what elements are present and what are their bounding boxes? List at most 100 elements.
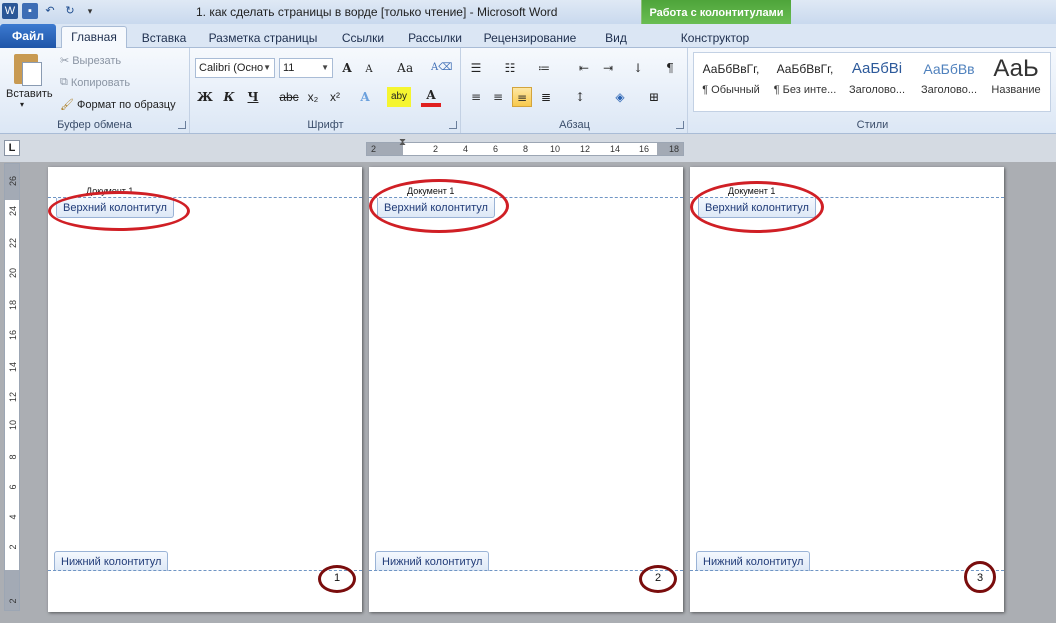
paste-dropdown-icon[interactable]: ▾ xyxy=(20,100,24,109)
ruler-number: 4 xyxy=(463,144,469,154)
horizontal-ruler[interactable]: 2 2 4 6 8 10 12 14 16 18 ⧗ xyxy=(366,137,684,156)
style-heading-2[interactable]: АаБбВв Заголово... xyxy=(913,54,985,110)
page-1[interactable]: Документ 1 Верхний колонтитул Нижний кол… xyxy=(48,167,362,612)
footer-boundary xyxy=(690,570,1004,571)
highlight-ellipse xyxy=(690,181,824,233)
ruler-number: 26 xyxy=(8,176,18,187)
align-right-icon[interactable]: ≡ xyxy=(512,87,532,107)
subscript-button[interactable]: x₂ xyxy=(303,87,323,107)
indent-marker-icon[interactable]: ⧗ xyxy=(399,137,406,148)
paste-button[interactable]: Вставить xyxy=(6,88,53,100)
paragraph-group-label: Абзац xyxy=(559,119,590,131)
paragraph-launcher-icon[interactable] xyxy=(676,121,684,129)
tab-insert[interactable]: Вставка xyxy=(134,28,194,48)
change-case-button[interactable]: Аа xyxy=(391,58,419,78)
footer-label: Нижний колонтитул xyxy=(375,551,490,571)
style-title[interactable]: АаЬ Название xyxy=(983,54,1049,110)
style-normal[interactable]: АаБбВвГг, ¶ Обычный xyxy=(695,54,767,110)
ribbon-tabs: Файл Главная Вставка Разметка страницы С… xyxy=(0,24,1056,49)
decrease-indent-icon[interactable]: ⇤ xyxy=(574,58,594,78)
align-center-icon[interactable]: ≡ xyxy=(488,87,508,107)
clear-formatting-icon[interactable]: A⌫ xyxy=(431,58,452,78)
page-number[interactable]: 1 xyxy=(330,572,344,584)
style-name: Заголово... xyxy=(848,84,906,96)
clipboard-group-label: Буфер обмена xyxy=(57,119,132,131)
shading-icon[interactable]: ◈ xyxy=(610,87,630,107)
ruler-number: 12 xyxy=(580,144,591,154)
paste-icon[interactable] xyxy=(10,52,46,92)
page-number[interactable]: 2 xyxy=(651,572,665,584)
format-painter-button[interactable]: 🖌 Формат по образцу xyxy=(60,98,176,112)
redo-icon[interactable]: ↻ xyxy=(62,3,78,19)
justify-icon[interactable]: ≣ xyxy=(536,87,556,107)
tab-home[interactable]: Главная xyxy=(61,26,127,49)
cut-button[interactable]: ✂ Вырезать xyxy=(60,54,121,68)
tab-mailings[interactable]: Рассылки xyxy=(402,28,468,48)
style-name: Название xyxy=(991,84,1041,96)
multilevel-list-icon[interactable]: ≔ xyxy=(534,58,554,78)
strikethrough-button[interactable]: abc xyxy=(277,87,301,107)
grow-font-button[interactable]: A xyxy=(337,58,357,78)
ruler-number: 8 xyxy=(523,144,529,154)
style-name: ¶ Обычный xyxy=(702,84,760,96)
context-group-label: Работа с колонтитулами xyxy=(642,0,791,26)
format-painter-label: Формат по образцу xyxy=(76,98,176,111)
align-left-icon[interactable]: ≡ xyxy=(466,87,486,107)
font-size-value: 11 xyxy=(283,62,295,74)
superscript-button[interactable]: x² xyxy=(325,87,345,107)
tab-view[interactable]: Вид xyxy=(594,28,638,48)
style-sample: АаБбВв xyxy=(923,61,975,77)
ruler-number: 16 xyxy=(8,330,18,341)
page-number[interactable]: 3 xyxy=(973,572,987,584)
word-logo-icon[interactable]: W xyxy=(2,3,18,19)
clipboard-launcher-icon[interactable] xyxy=(178,121,186,129)
font-name-value: Calibri (Осно xyxy=(199,62,264,74)
text-effects-button[interactable]: A xyxy=(355,87,375,107)
italic-button[interactable]: К xyxy=(219,87,239,107)
show-marks-button[interactable]: ¶ xyxy=(660,58,680,78)
font-name-combo[interactable]: Calibri (Осно ▼ xyxy=(195,58,275,78)
style-heading-1[interactable]: АаБбВі Заголово... xyxy=(841,54,913,110)
tab-page-layout[interactable]: Разметка страницы xyxy=(204,28,322,48)
save-icon[interactable]: ▪ xyxy=(22,3,38,19)
ruler-number: 2 xyxy=(8,544,18,550)
tab-file[interactable]: Файл xyxy=(0,24,56,48)
bullets-icon[interactable]: ☰ xyxy=(466,58,486,78)
numbering-icon[interactable]: ☷ xyxy=(500,58,520,78)
styles-group-label: Стили xyxy=(856,119,889,131)
ruler-number: 6 xyxy=(8,484,18,490)
shrink-font-button[interactable]: A xyxy=(359,60,379,80)
style-no-spacing[interactable]: АаБбВвГг, ¶ Без инте... xyxy=(769,54,841,110)
ruler-number: 24 xyxy=(8,206,18,217)
font-color-button[interactable]: A xyxy=(421,85,441,107)
tab-selector[interactable]: L xyxy=(4,140,20,156)
tab-review[interactable]: Рецензирование xyxy=(478,28,582,48)
highlight-button[interactable]: aby xyxy=(387,87,411,107)
style-sample: АаБбВвГг, xyxy=(776,62,834,76)
bold-button[interactable]: Ж xyxy=(195,87,215,107)
quick-access-toolbar: W ▪ ↶ ↻ ▾ xyxy=(2,3,98,19)
customize-qat-icon[interactable]: ▾ xyxy=(82,3,98,19)
ruler-number: 22 xyxy=(8,238,18,249)
line-spacing-icon[interactable]: ↕ xyxy=(570,87,590,107)
font-size-combo[interactable]: 11 ▼ xyxy=(279,58,333,78)
vertical-ruler[interactable]: 26 24 22 20 18 16 14 12 10 8 6 4 2 2 xyxy=(4,163,20,611)
ruler-number: 14 xyxy=(8,362,18,373)
styles-group: АаБбВвГг, ¶ Обычный АаБбВвГг, ¶ Без инте… xyxy=(689,48,1056,133)
sort-icon[interactable]: ↓ xyxy=(628,58,648,78)
copy-button[interactable]: ⧉ Копировать xyxy=(60,76,130,89)
undo-icon[interactable]: ↶ xyxy=(42,3,58,19)
tab-design[interactable]: Конструктор xyxy=(655,28,775,48)
copy-icon: ⧉ xyxy=(60,76,68,88)
footer-label: Нижний колонтитул xyxy=(696,551,811,571)
increase-indent-icon[interactable]: ⇥ xyxy=(598,58,618,78)
borders-icon[interactable]: ⊞ xyxy=(644,87,664,107)
tab-references[interactable]: Ссылки xyxy=(333,28,393,48)
page-3[interactable]: Документ 1 Верхний колонтитул Нижний кол… xyxy=(690,167,1004,612)
font-launcher-icon[interactable] xyxy=(449,121,457,129)
font-group-label: Шрифт xyxy=(307,119,344,131)
ruler-number: 2 xyxy=(433,144,439,154)
page-2[interactable]: Документ 1 Верхний колонтитул Нижний кол… xyxy=(369,167,683,612)
ruler-number: 16 xyxy=(639,144,650,154)
underline-button[interactable]: Ч xyxy=(243,87,263,107)
